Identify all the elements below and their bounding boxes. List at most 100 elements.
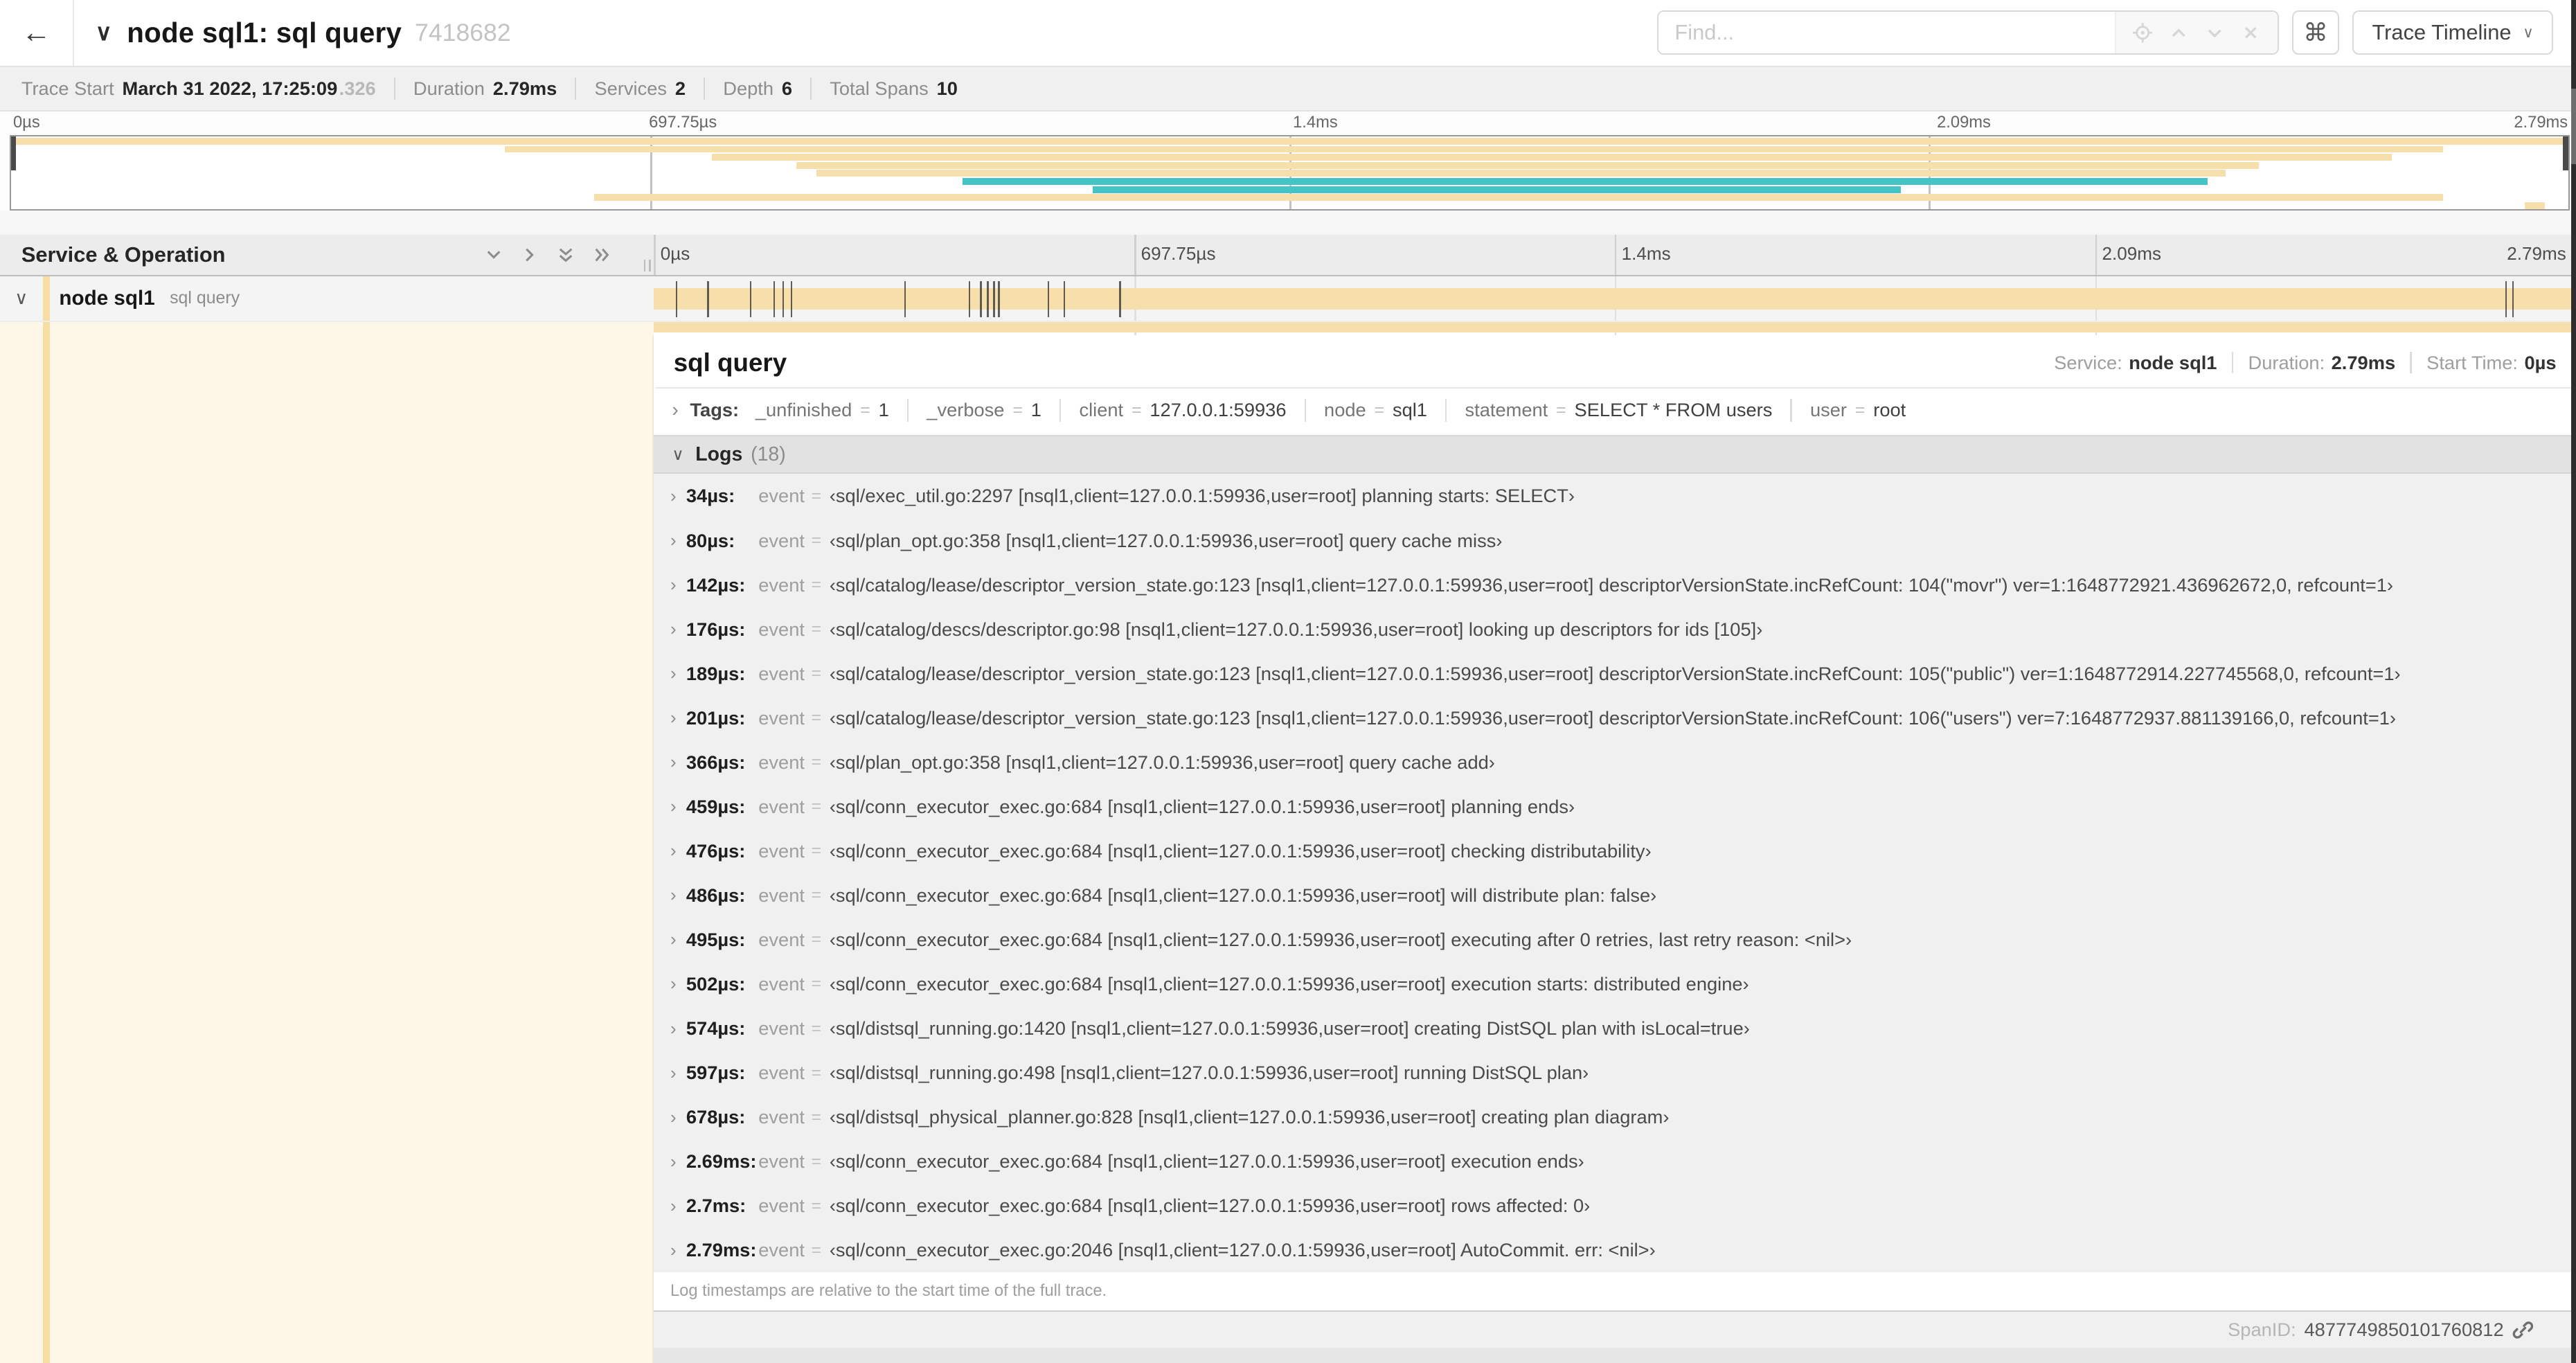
- log-marker[interactable]: [904, 280, 906, 317]
- log-marker[interactable]: [782, 280, 785, 317]
- stat-value: 2.79ms: [492, 78, 557, 100]
- log-entry[interactable]: › 366µs: event = ‹sql/plan_opt.go:358 [nsql1…: [654, 740, 2576, 785]
- log-entry[interactable]: › 459µs: event = ‹sql/conn_executor_exec.go:…: [654, 785, 2576, 829]
- log-entry[interactable]: › 80µs: event = ‹sql/plan_opt.go:358 [nsql1,…: [654, 518, 2576, 562]
- log-field-key: event: [758, 751, 805, 773]
- collapse-one-icon[interactable]: [485, 246, 503, 264]
- span-row-node-sql1[interactable]: ∨ node sql1 sql query: [0, 276, 2576, 322]
- top-bar-actions: ⌘ Trace Timeline ∨: [1656, 10, 2576, 55]
- span-row-timeline-cell[interactable]: [654, 276, 2576, 321]
- log-entry[interactable]: › 2.79ms: event = ‹sql/conn_executor_exec.go…: [654, 1228, 2576, 1272]
- stat-label: Total Spans: [830, 78, 929, 100]
- tag-_verbose[interactable]: _verbose = 1: [927, 399, 1041, 421]
- span-operation-name: sql query: [170, 288, 240, 308]
- log-entry[interactable]: › 142µs: event = ‹sql/catalog/lease/descript…: [654, 563, 2576, 607]
- find-box: [1656, 10, 2279, 55]
- log-entry[interactable]: › 597µs: event = ‹sql/distsql_running.go:498…: [654, 1051, 2576, 1095]
- stat-label: Duration: [413, 78, 485, 100]
- log-message: ‹sql/conn_executor_exec.go:684 [nsql1,cl…: [829, 928, 1852, 950]
- log-entry[interactable]: › 574µs: event = ‹sql/distsql_running.go:142…: [654, 1006, 2576, 1051]
- log-marker[interactable]: [2505, 280, 2507, 317]
- selected-span-bar-row: [0, 321, 2576, 335]
- find-input[interactable]: [1658, 12, 2116, 54]
- span-row-name-cell[interactable]: ∨ node sql1 sql query: [0, 276, 654, 321]
- log-entry[interactable]: › 502µs: event = ‹sql/conn_executor_exec.go:…: [654, 962, 2576, 1006]
- log-message: ‹sql/conn_executor_exec.go:684 [nsql1,cl…: [829, 1195, 1591, 1217]
- log-message: ‹sql/distsql_physical_planner.go:828 [ns…: [829, 1106, 1670, 1128]
- log-marker[interactable]: [790, 280, 793, 317]
- log-entry[interactable]: › 2.7ms: event = ‹sql/conn_executor_exec.go:…: [654, 1184, 2576, 1228]
- log-marker[interactable]: [1063, 280, 1066, 317]
- log-marker[interactable]: [993, 280, 995, 317]
- divider: [1304, 398, 1306, 422]
- clear-find-icon[interactable]: [2235, 17, 2267, 49]
- stat-value-suffix: .326: [339, 78, 376, 100]
- minimap-span-bar: [711, 154, 2392, 161]
- log-marker[interactable]: [1119, 280, 1121, 317]
- chevron-right-icon: ›: [670, 663, 677, 684]
- span-detail-panel: sql query Service: node sql1 Duration: 2.79…: [654, 335, 2576, 1312]
- chevron-right-icon: ›: [670, 618, 677, 640]
- log-marker[interactable]: [968, 280, 970, 317]
- log-marker[interactable]: [998, 280, 1000, 317]
- minimap-tick-label: 697.75µs: [649, 113, 717, 132]
- timeline-tick-label: 2.09ms: [2102, 243, 2162, 265]
- equals-sign: =: [811, 1195, 821, 1215]
- log-timestamp: 201µs:: [686, 706, 746, 729]
- log-entry[interactable]: › 2.69ms: event = ‹sql/conn_executor_exec.go…: [654, 1139, 2576, 1184]
- log-entry[interactable]: › 201µs: event = ‹sql/catalog/lease/descript…: [654, 696, 2576, 740]
- next-match-icon[interactable]: [2199, 17, 2231, 49]
- logs-header[interactable]: ∨ Logs (18): [654, 436, 2576, 474]
- log-timestamp: 2.7ms:: [686, 1195, 746, 1217]
- log-marker[interactable]: [980, 280, 982, 317]
- log-entry[interactable]: › 34µs: event = ‹sql/exec_util.go:2297 [nsql…: [654, 474, 2576, 518]
- log-marker[interactable]: [1047, 280, 1050, 317]
- minimap-canvas[interactable]: [10, 134, 2570, 211]
- span-collapse-chevron-icon[interactable]: ∨: [0, 287, 43, 309]
- log-marker[interactable]: [773, 280, 776, 317]
- tag-key: statement: [1465, 399, 1548, 421]
- deep-link-icon[interactable]: [2512, 1319, 2534, 1341]
- log-entry[interactable]: › 495µs: event = ‹sql/conn_executor_exec.go:…: [654, 918, 2576, 962]
- logs-list: › 34µs: event = ‹sql/exec_util.go:2297 [nsql…: [654, 474, 2576, 1273]
- trace-stat: Trace Start March 31 2022, 17:25:09.326: [21, 78, 394, 100]
- tag-client[interactable]: client = 127.0.0.1:59936: [1079, 399, 1286, 421]
- back-button[interactable]: ←: [0, 0, 74, 66]
- log-marker[interactable]: [2512, 280, 2514, 317]
- log-entry[interactable]: › 176µs: event = ‹sql/catalog/descs/descript…: [654, 607, 2576, 652]
- log-entry[interactable]: › 476µs: event = ‹sql/conn_executor_exec.go:…: [654, 829, 2576, 873]
- log-marker[interactable]: [987, 280, 989, 317]
- trace-collapse-chevron-icon[interactable]: ∨: [96, 19, 112, 46]
- span-duration-bar[interactable]: [654, 288, 2576, 310]
- tag-node[interactable]: node = sql1: [1324, 399, 1427, 421]
- tag-value: 1: [878, 399, 889, 421]
- collapse-all-icon[interactable]: [557, 246, 575, 264]
- span-detail-area: sql query Service: node sql1 Duration: 2.79…: [0, 335, 2576, 1363]
- equals-sign: =: [811, 1107, 821, 1127]
- minimap-span-bar: [796, 161, 2259, 169]
- selected-span-duration-bar[interactable]: [654, 321, 2576, 333]
- log-marker[interactable]: [750, 280, 752, 317]
- log-entry[interactable]: › 678µs: event = ‹sql/distsql_physical_plann…: [654, 1095, 2576, 1139]
- log-marker[interactable]: [707, 280, 709, 317]
- window-right-edge-scrollbar[interactable]: [2570, 0, 2576, 1363]
- expand-one-icon[interactable]: [521, 246, 539, 264]
- log-timestamp: 80µs:: [686, 529, 735, 551]
- expand-all-icon[interactable]: [593, 246, 611, 264]
- meta-value: node sql1: [2129, 351, 2217, 373]
- viewport-drag-handle-left[interactable]: [11, 136, 17, 171]
- tags-row[interactable]: › Tags: _unfinished = 1 _verbose = 1 client = 12…: [654, 389, 2576, 431]
- keyboard-shortcuts-button[interactable]: ⌘: [2291, 10, 2340, 55]
- focus-match-icon[interactable]: [2126, 17, 2158, 49]
- viewport-drag-handle-right[interactable]: [2563, 136, 2568, 171]
- column-resizer-grip[interactable]: [644, 260, 651, 271]
- log-entry[interactable]: › 189µs: event = ‹sql/catalog/lease/descript…: [654, 652, 2576, 696]
- tag-statement[interactable]: statement = SELECT * FROM users: [1465, 399, 1773, 421]
- view-selector-button[interactable]: Trace Timeline ∨: [2352, 10, 2553, 55]
- log-field-key: event: [758, 972, 805, 995]
- tag-_unfinished[interactable]: _unfinished = 1: [755, 399, 889, 421]
- log-entry[interactable]: › 486µs: event = ‹sql/conn_executor_exec.go:…: [654, 873, 2576, 918]
- tag-user[interactable]: user = root: [1810, 399, 1906, 421]
- log-marker[interactable]: [675, 280, 678, 317]
- prev-match-icon[interactable]: [2163, 17, 2195, 49]
